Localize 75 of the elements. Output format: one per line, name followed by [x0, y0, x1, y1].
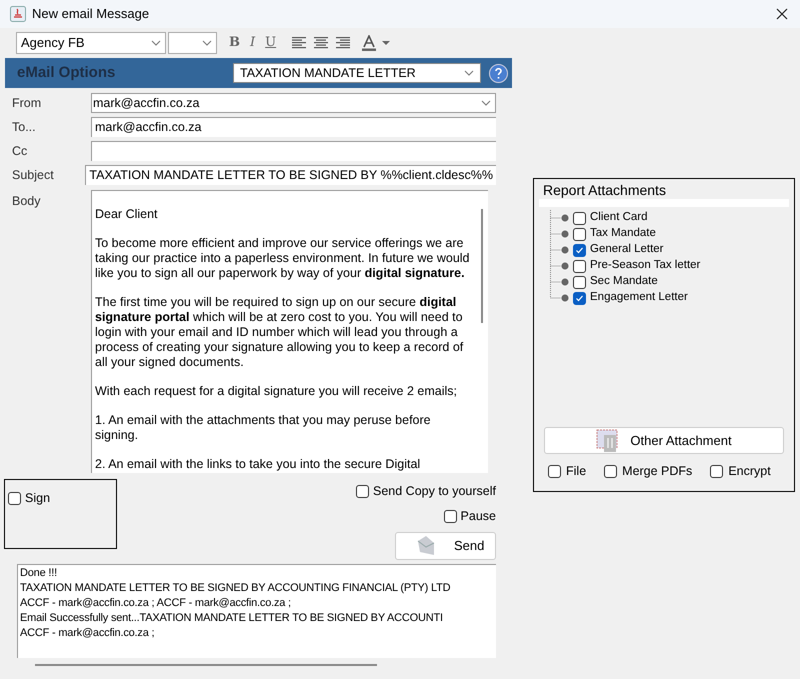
field-label: Cc	[11, 142, 28, 160]
send-button[interactable]: Send	[395, 532, 496, 560]
input-field[interactable]	[91, 141, 496, 161]
body-paragraph: 1. An email with the attachments that you may peruse before signing.	[95, 413, 432, 443]
chevron-down-icon	[151, 40, 161, 46]
log-line: ACCF - mark@accfin.co.za ; ACCF - mark@accfin.co.za ;	[20, 596, 292, 610]
log-line: TAXATION MANDATE LETTER TO BE SIGNED BY ACCOUNTING FINANCIAL (PTY) LTD	[20, 580, 452, 596]
input-field[interactable]: mark@accfin.co.za	[91, 117, 496, 137]
checkbox[interactable]	[573, 260, 586, 272]
option-label: Pause	[460, 508, 496, 525]
field-label: Subject	[11, 166, 55, 184]
align-right-icon[interactable]	[336, 37, 350, 49]
attachment-label: Sec Mandate	[590, 274, 658, 290]
panel-title: Report Attachments	[542, 181, 667, 199]
chevron-down-icon	[464, 70, 474, 76]
field-label: Body	[11, 193, 42, 210]
help-icon[interactable]	[489, 64, 508, 82]
field-label: To...	[11, 118, 37, 136]
other-attachment-button[interactable]: Other Attachment	[544, 427, 784, 454]
option-label: Encrypt	[728, 463, 771, 480]
attachment-label: Engagement Letter	[590, 290, 688, 306]
body-paragraph: 2. An email with the links to take you into the secure Digital	[95, 457, 422, 472]
checkbox[interactable]	[710, 465, 724, 478]
align-left-icon[interactable]	[292, 37, 306, 49]
options-title: eMail Options	[17, 62, 116, 83]
body-paragraph: To become more efficient and improve our service offerings we are taking our practice into a paperless environment. In future we would like you to sign all our paperwork by way of your digital signature.	[95, 236, 471, 281]
tree-connector-icon	[549, 258, 569, 274]
format-button[interactable]: I	[250, 33, 256, 53]
tree-connector-icon	[549, 274, 569, 290]
checkmark-icon	[575, 246, 584, 254]
input-field[interactable]: TAXATION MANDATE LETTER TO BE SIGNED BY %%client.cldesc%%	[85, 165, 496, 185]
format-button[interactable]: B	[229, 33, 240, 53]
log-line: Done !!!	[20, 566, 58, 580]
format-button[interactable]: U	[265, 33, 276, 53]
body-paragraph: With each request for a digital signature you will receive 2 emails;	[95, 384, 458, 399]
checkbox[interactable]	[604, 465, 618, 478]
field-label: From	[11, 94, 42, 112]
align-center-icon[interactable]	[314, 37, 328, 49]
attachment-label: General Letter	[590, 242, 664, 258]
envelope-icon	[416, 534, 436, 556]
log-line: ACCF - mark@accfin.co.za ;	[20, 626, 156, 640]
checkbox[interactable]	[573, 244, 586, 256]
attachment-label: Pre-Season Tax letter	[590, 258, 700, 274]
window-title: New email Message	[32, 5, 150, 24]
body-paragraph: Dear Client	[95, 207, 159, 222]
scrollbar-thumb[interactable]	[35, 664, 377, 666]
option-label: Send Copy to yourself	[373, 483, 496, 500]
tree-connector-icon	[549, 210, 569, 226]
attachment-label: Tax Mandate	[590, 226, 656, 242]
chevron-down-icon	[202, 40, 212, 46]
body-paragraph: The first time you will be required to sign up on our secure digital signature portal which will be at zero cost to you. You will need to login with your email and ID number which will lead you through a process of creating your signature allowing you to keep a record of all your signed documents.	[95, 295, 464, 370]
checkmark-icon	[575, 294, 584, 302]
log-line: Email Successfully sent...TAXATION MANDATE LETTER TO BE SIGNED BY ACCOUNTI	[20, 610, 444, 626]
from-dropdown[interactable]: mark@accfin.co.za	[91, 93, 496, 113]
font-dropdown[interactable]: Agency FB	[16, 32, 166, 54]
checkbox[interactable]	[573, 212, 586, 224]
app-icon	[10, 6, 26, 22]
checkbox[interactable]	[8, 492, 21, 505]
scrollbar-thumb[interactable]	[481, 209, 483, 323]
checkbox[interactable]	[573, 276, 586, 288]
option-label: Merge PDFs	[622, 463, 692, 480]
body-editor[interactable]	[91, 190, 488, 473]
checkbox[interactable]	[573, 228, 586, 240]
checkbox[interactable]	[548, 465, 561, 478]
close-icon[interactable]	[776, 8, 788, 20]
option-label: File	[566, 463, 586, 480]
tree-connector-icon	[549, 226, 569, 242]
chevron-down-icon	[481, 100, 491, 106]
sign-label: Sign	[25, 492, 50, 505]
checkbox[interactable]	[573, 292, 586, 304]
attachment-label: Client Card	[590, 210, 648, 226]
tree-connector-icon	[549, 242, 569, 258]
template-dropdown[interactable]: TAXATION MANDATE LETTER	[233, 63, 481, 83]
checkbox[interactable]	[356, 484, 369, 498]
checkbox[interactable]	[444, 510, 457, 523]
